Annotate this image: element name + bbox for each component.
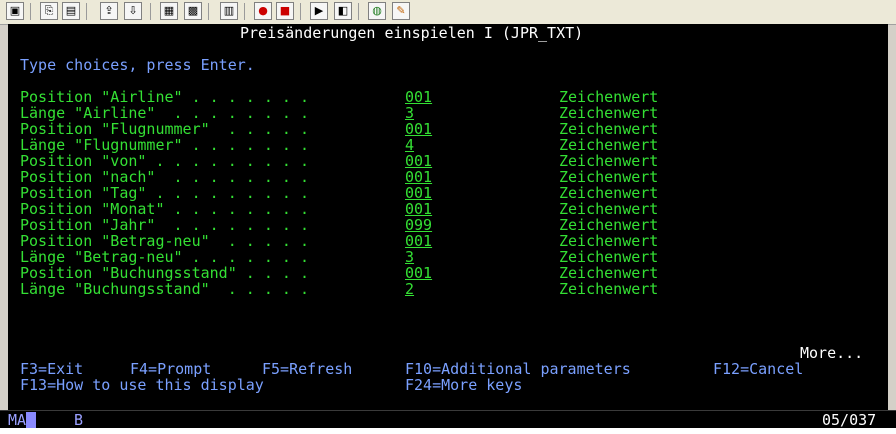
globe-icon[interactable]: ◍ xyxy=(368,2,386,20)
parameter-label: Position "von" . . . . . . . . . xyxy=(20,152,309,170)
parameter-hint: Zeichenwert xyxy=(559,200,659,218)
status-mode: MA xyxy=(8,411,27,429)
parameter-input[interactable]: 001 xyxy=(405,153,432,169)
toolbar-separator xyxy=(244,3,245,20)
keyboard-icon[interactable]: ▩ xyxy=(184,2,202,20)
transfer-send-icon[interactable]: ⇪ xyxy=(100,2,118,20)
fkey-f5[interactable]: F5=Refresh xyxy=(262,361,352,377)
parameter-label: Position "nach" . . . . . . . . xyxy=(20,168,309,186)
parameter-hint: Zeichenwert xyxy=(559,88,659,106)
parameter-hint: Zeichenwert xyxy=(559,120,659,138)
toolbar-separator xyxy=(86,3,87,20)
cursor-block xyxy=(26,412,36,428)
parameter-input[interactable]: 001 xyxy=(405,169,432,185)
display-icon[interactable]: ▦ xyxy=(160,2,178,20)
status-bar: MA B 05/037 xyxy=(0,410,896,429)
toolbar-separator xyxy=(30,3,31,20)
parameter-label: Position "Betrag-neu" . . . . . xyxy=(20,232,309,250)
parameter-input[interactable]: 4 xyxy=(405,137,414,153)
chart-icon[interactable]: ▥ xyxy=(220,2,238,20)
transfer-receive-icon[interactable]: ⇩ xyxy=(124,2,142,20)
parameter-hint: Zeichenwert xyxy=(559,152,659,170)
window-bottom-edge xyxy=(0,428,896,434)
parameter-hint: Zeichenwert xyxy=(559,104,659,122)
paste-icon[interactable]: ▤ xyxy=(62,2,80,20)
parameter-label: Länge "Betrag-neu" . . . . . . . xyxy=(20,248,309,266)
parameter-input[interactable]: 2 xyxy=(405,281,414,297)
parameter-label: Position "Monat" . . . . . . . . xyxy=(20,200,309,218)
parameter-input[interactable]: 3 xyxy=(405,249,414,265)
parameter-hint: Zeichenwert xyxy=(559,184,659,202)
record-icon[interactable]: ● xyxy=(254,2,272,20)
fkey-f10[interactable]: F10=Additional parameters xyxy=(405,361,631,377)
parameter-hint: Zeichenwert xyxy=(559,232,659,250)
parameter-hint: Zeichenwert xyxy=(559,168,659,186)
toolbar-separator xyxy=(150,3,151,20)
parameter-hint: Zeichenwert xyxy=(559,248,659,266)
cursor-position: 05/037 xyxy=(822,411,877,429)
instruction-text: Type choices, press Enter. xyxy=(20,56,255,74)
parameter-label: Position "Tag" . . . . . . . . . xyxy=(20,184,309,202)
stop-icon[interactable]: ■ xyxy=(276,2,294,20)
fkey-f4[interactable]: F4=Prompt xyxy=(130,361,211,377)
parameter-input[interactable]: 3 xyxy=(405,105,414,121)
pencil-icon[interactable]: ✎ xyxy=(392,2,410,20)
parameter-label: Länge "Buchungsstand" . . . . . xyxy=(20,280,309,298)
parameter-label: Länge "Flugnummer" . . . . . . . xyxy=(20,136,309,154)
parameter-label: Position "Flugnummer" . . . . . xyxy=(20,120,309,138)
fkey-f13[interactable]: F13=How to use this display xyxy=(20,377,264,393)
parameter-hint: Zeichenwert xyxy=(559,264,659,282)
toolbar-separator xyxy=(358,3,359,20)
parameter-hint: Zeichenwert xyxy=(559,280,659,298)
parameter-input[interactable]: 001 xyxy=(405,89,432,105)
fkey-f24[interactable]: F24=More keys xyxy=(405,377,522,393)
play-icon[interactable]: ▶ xyxy=(310,2,328,20)
parameter-hint: Zeichenwert xyxy=(559,216,659,234)
macro-icon[interactable]: ◧ xyxy=(334,2,352,20)
fkey-f3[interactable]: F3=Exit xyxy=(20,361,83,377)
parameter-input[interactable]: 001 xyxy=(405,265,432,281)
screen-icon[interactable]: ▣ xyxy=(6,2,24,20)
copy-icon[interactable]: ⎘ xyxy=(40,2,58,20)
toolbar-separator xyxy=(300,3,301,20)
parameter-input[interactable]: 001 xyxy=(405,201,432,217)
parameter-input[interactable]: 001 xyxy=(405,185,432,201)
parameter-label: Länge "Airline" . . . . . . . . xyxy=(20,104,309,122)
toolbar: ▣ ⎘ ▤ ⇪ ⇩ ▦ ▩ ▥ ● ■ ▶ ◧ ◍ ✎ xyxy=(0,0,896,25)
parameter-input[interactable]: 001 xyxy=(405,121,432,137)
screen-title: Preisänderungen einspielen I (JPR_TXT) xyxy=(240,24,584,42)
fkey-f12[interactable]: F12=Cancel xyxy=(713,361,803,377)
more-indicator: More... xyxy=(800,344,864,362)
terminal-screen: Preisänderungen einspielen I (JPR_TXT) T… xyxy=(8,24,888,410)
parameter-input[interactable]: 001 xyxy=(405,233,432,249)
toolbar-separator xyxy=(208,3,209,20)
parameter-label: Position "Buchungsstand" . . . . xyxy=(20,264,309,282)
parameter-hint: Zeichenwert xyxy=(559,136,659,154)
status-session: B xyxy=(74,411,84,429)
parameter-input[interactable]: 099 xyxy=(405,217,432,233)
parameter-label: Position "Jahr" . . . . . . . . xyxy=(20,216,309,234)
parameter-label: Position "Airline" . . . . . . . xyxy=(20,88,309,106)
